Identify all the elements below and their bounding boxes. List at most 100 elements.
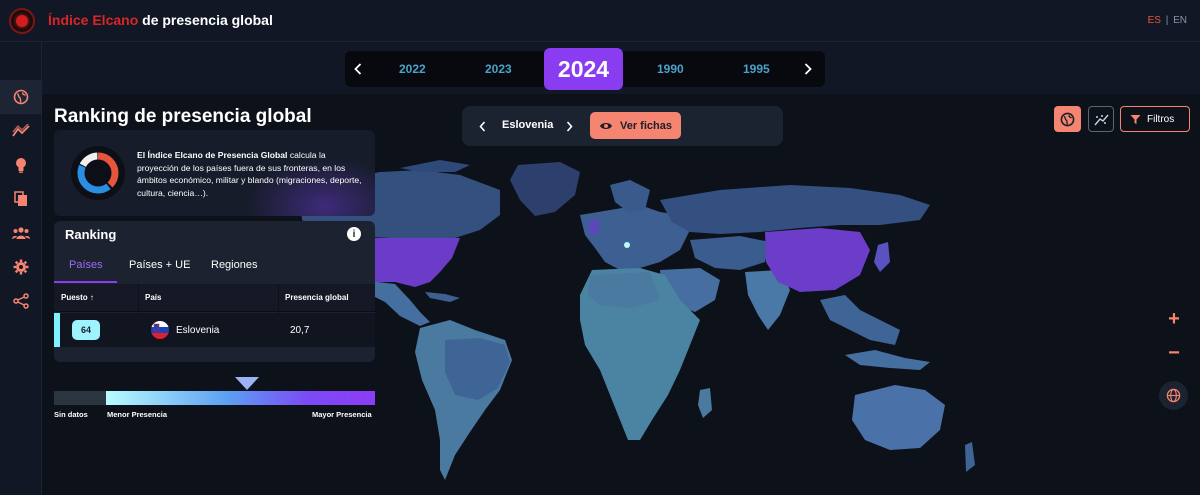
map-canada-islands [400,160,470,172]
page-title: Ranking de presencia global [54,106,312,127]
eye-icon [600,122,612,129]
year-item-2023[interactable]: 2023 [485,62,512,76]
info-card: El Índice Elcano de Presencia Global cal… [54,130,375,216]
documents-icon [14,191,27,206]
legend-max-label: Mayor Presencia [312,410,372,419]
year-next-button[interactable] [799,60,817,78]
filter-label: Filtros [1147,113,1175,125]
ver-fichas-button[interactable]: Ver fichas [590,112,681,139]
map-se-asia [820,295,900,345]
zoom-in-button[interactable]: + [1161,306,1187,332]
column-header-presencia[interactable]: Presencia global [285,293,349,302]
group-icon [12,227,30,239]
app-title-white: de presencia global [142,12,273,28]
globe-icon [1060,112,1075,126]
tab-paises-ue[interactable]: Países + UE [129,259,190,271]
zoom-controls: + − [1161,306,1187,366]
chart-view-button[interactable] [1088,106,1114,132]
sidebar-item-share[interactable] [0,284,42,318]
reset-view-button[interactable] [1159,381,1188,410]
ranking-title: Ranking [65,227,117,242]
year-prev-button[interactable] [349,60,367,78]
map-russia [660,185,930,234]
slovenia-flag-icon [151,321,169,339]
legend-min-label: Menor Presencia [107,410,168,419]
map-new-zealand [965,442,975,472]
legend-position-marker [235,377,259,390]
share-icon [13,293,29,309]
map-caribbean [425,292,460,302]
filter-button[interactable]: Filtros [1120,106,1190,132]
sidebar-item-trends[interactable] [0,114,42,148]
chevron-left-icon [354,63,362,75]
sort-arrow-icon: ↑ [89,293,94,302]
sidebar [0,42,42,495]
map-australia [852,385,945,450]
scatter-trend-icon [1093,114,1109,125]
map-slovenia-marker [624,242,630,248]
country-next-button[interactable] [561,118,577,134]
table-header: Puesto ↑ País Presencia global [54,284,375,312]
legend-no-data-swatch [54,391,106,405]
map-central-asia [690,236,770,270]
lang-en-link[interactable]: EN [1173,15,1187,26]
info-description-bold: El Índice Elcano de Presencia Global [137,150,288,160]
legend-gradient [106,391,375,405]
map-japan [874,242,890,272]
sidebar-item-community[interactable] [0,216,42,250]
map-scandinavia [610,180,650,212]
map-madagascar [698,388,712,418]
sidebar-item-map[interactable] [0,80,42,114]
country-selector: Eslovenia Ver fichas [462,106,783,146]
ranking-tabs: Países Países + UE Regiones [54,249,375,283]
column-header-puesto[interactable]: Puesto ↑ [61,293,94,302]
trend-icon [12,124,30,137]
info-icon[interactable]: i [347,227,361,241]
year-item-1990[interactable]: 1990 [657,62,684,76]
map-china [765,228,870,292]
language-switcher: ES | EN [1148,15,1187,26]
ranking-panel: Ranking i Países Países + UE Regiones Pu… [54,221,375,362]
map-indonesia [845,350,930,370]
zoom-out-button[interactable]: − [1161,340,1187,366]
country-prev-button[interactable] [474,118,490,134]
rank-badge: 64 [72,320,100,340]
chevron-right-icon [804,63,812,75]
tab-regiones[interactable]: Regiones [211,259,257,271]
year-item-1995[interactable]: 1995 [743,62,770,76]
lightbulb-icon [16,158,26,173]
column-header-puesto-label: Puesto [61,293,88,302]
row-highlight [54,313,60,347]
selected-country-name: Eslovenia [502,119,554,131]
lang-separator: | [1165,15,1169,26]
active-tab-indicator [54,281,117,283]
chevron-left-icon [478,120,485,132]
ver-fichas-label: Ver fichas [620,119,672,132]
year-item-active[interactable]: 2024 [544,48,623,90]
map-greenland [510,162,580,216]
index-ring-icon [71,146,125,200]
map-view-button[interactable] [1054,106,1081,132]
funnel-icon [1130,114,1141,124]
info-description: El Índice Elcano de Presencia Global cal… [137,149,369,199]
app-title[interactable]: Índice Elcano de presencia global [48,12,273,28]
sidebar-item-ideas[interactable] [0,148,42,182]
column-header-pais[interactable]: País [145,293,161,302]
table-row[interactable]: 64 Eslovenia 20,7 [54,313,375,347]
map-brazil [445,338,510,400]
app-title-red: Índice Elcano [48,12,139,28]
legend-no-data-label: Sin datos [54,410,88,419]
elcano-logo[interactable] [9,8,35,34]
tab-paises[interactable]: Países [69,259,103,271]
top-bar: Índice Elcano de presencia global ES | E… [0,0,1200,42]
year-item-2022[interactable]: 2022 [399,62,426,76]
sidebar-item-settings[interactable] [0,250,42,284]
map-africa-north [588,272,660,308]
gear-icon [13,259,29,275]
world-globe-icon [1166,388,1181,403]
legend-scale [54,391,375,405]
row-country: Eslovenia [176,325,220,336]
sidebar-item-documents[interactable] [0,182,42,216]
globe-icon [13,89,29,105]
lang-es-link[interactable]: ES [1148,15,1161,26]
